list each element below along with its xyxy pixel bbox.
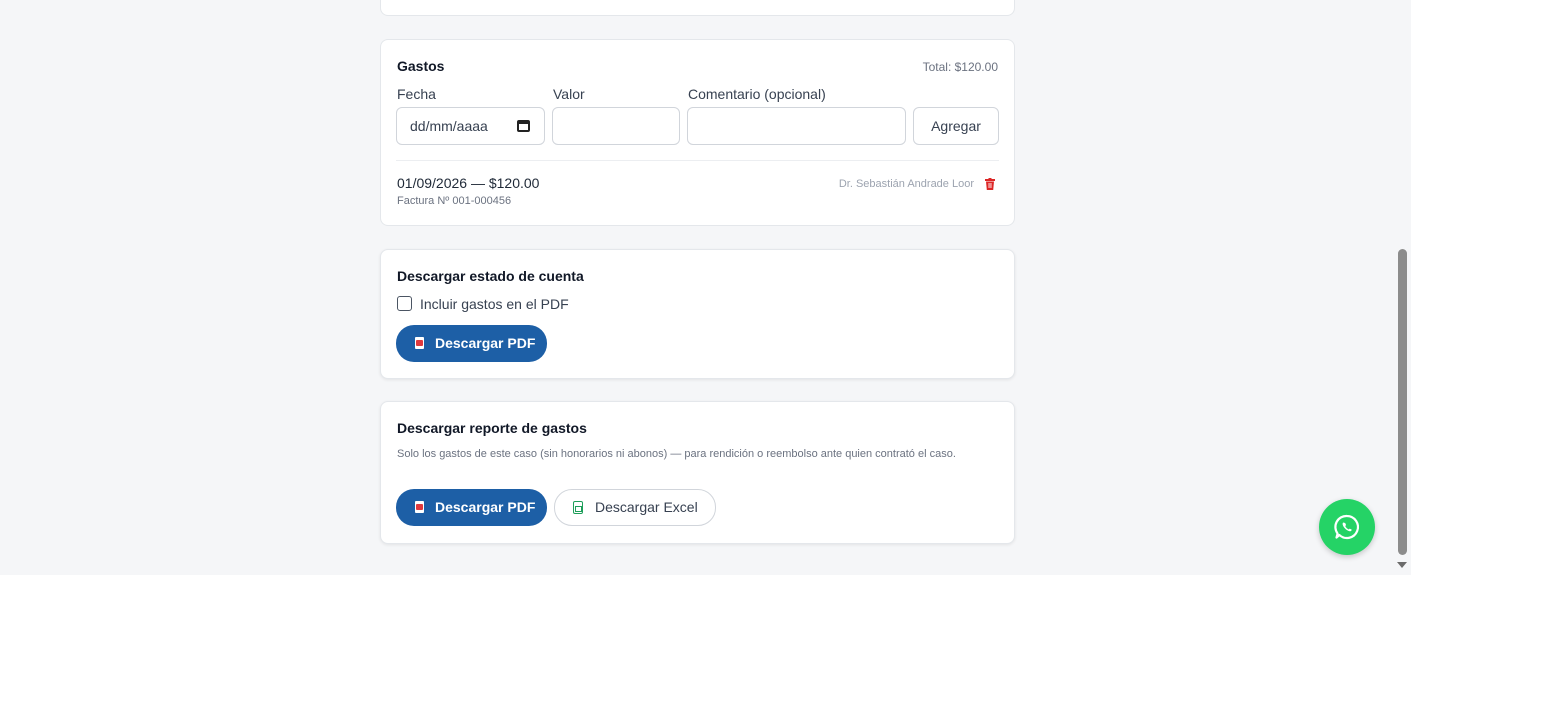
download-report-pdf-button[interactable]: Descargar PDF [396,489,547,526]
comment-field[interactable] [687,107,906,145]
add-expense-button[interactable]: Agregar [913,107,999,145]
expense-item-author: Dr. Sebastián Andrade Loor [838,178,974,190]
amount-field[interactable] [552,107,680,145]
pdf-icon [415,337,424,349]
expense-report-description: Solo los gastos de este caso (sin honora… [397,448,956,460]
excel-icon [573,501,583,514]
expense-report-card: Descargar reporte de gastos Solo los gas… [380,401,1015,544]
download-report-excel-button[interactable]: Descargar Excel [554,489,716,526]
download-statement-pdf-label: Descargar PDF [435,335,536,351]
comment-label: Comentario (opcional) [688,86,826,102]
expenses-total: Total: $120.00 [922,60,998,74]
date-label: Fecha [397,86,436,102]
include-expenses-label[interactable]: Incluir gastos en el PDF [420,296,569,312]
expense-report-title: Descargar reporte de gastos [397,420,587,436]
account-statement-card: Descargar estado de cuenta Incluir gasto… [380,249,1015,379]
divider [396,160,999,161]
previous-card [380,0,1015,16]
date-placeholder: dd/mm/aaaa [410,118,488,134]
whatsapp-icon [1334,514,1359,540]
expenses-title: Gastos [397,58,445,74]
download-report-pdf-label: Descargar PDF [435,499,536,515]
whatsapp-button[interactable] [1319,499,1375,555]
calendar-icon[interactable] [517,120,530,132]
amount-label: Valor [553,86,585,102]
pdf-icon [415,501,424,513]
expenses-card: Gastos Total: $120.00 Fecha Valor Coment… [380,39,1015,226]
expense-item-invoice: Factura Nº 001-000456 [397,195,512,207]
trash-icon[interactable] [985,178,995,190]
include-expenses-checkbox[interactable] [397,296,412,311]
expense-item-main: 01/09/2026 — $120.00 [397,175,540,191]
account-statement-title: Descargar estado de cuenta [397,268,584,284]
download-report-excel-label: Descargar Excel [595,499,698,515]
download-statement-pdf-button[interactable]: Descargar PDF [396,325,547,362]
date-field[interactable]: dd/mm/aaaa [396,107,545,145]
scroll-down-arrow-icon[interactable] [1397,562,1407,568]
page-viewport: Gastos Total: $120.00 Fecha Valor Coment… [0,0,1411,575]
scrollbar-thumb[interactable] [1398,249,1407,555]
